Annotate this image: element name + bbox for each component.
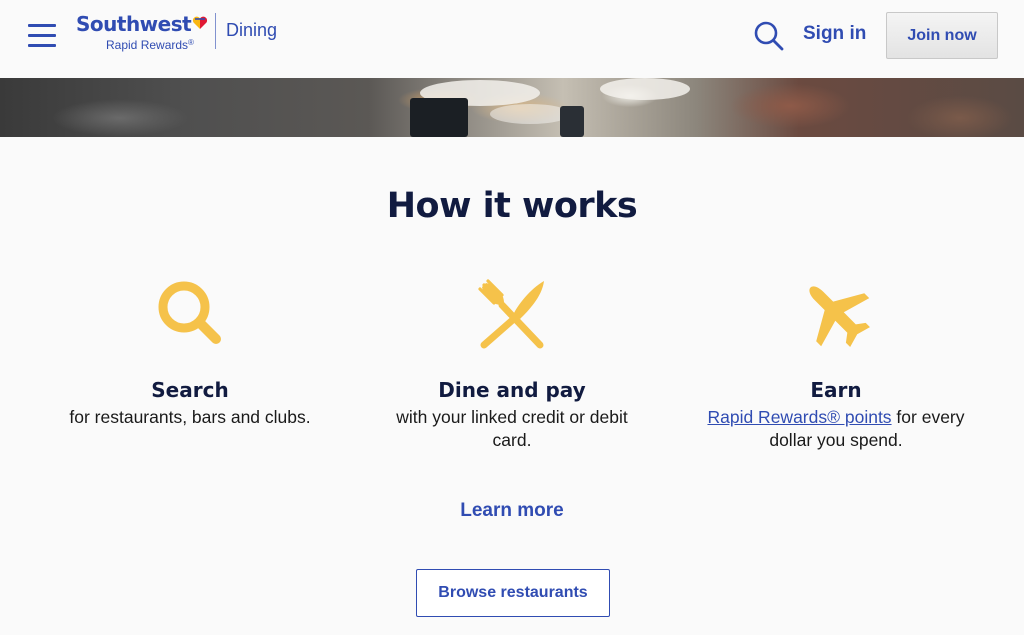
- site-header: Southwest Rapid Rewards® Dining Sign in …: [0, 0, 1024, 78]
- step-dine: Dine and pay with your linked credit or …: [362, 275, 662, 452]
- hero-image: [0, 78, 1024, 137]
- registered-mark: ®: [188, 38, 194, 47]
- page-title: How it works: [386, 186, 638, 226]
- rapid-rewards-points-link[interactable]: Rapid Rewards® points: [707, 407, 891, 427]
- join-now-button[interactable]: Join now: [886, 12, 998, 59]
- learn-more-container: Learn more: [0, 500, 1024, 522]
- sign-in-link[interactable]: Sign in: [803, 23, 866, 45]
- menu-bar: [28, 24, 56, 27]
- logo-sub-text: Rapid Rewards®: [106, 38, 194, 52]
- hero-plate: [490, 104, 570, 124]
- fork-knife-icon: [478, 279, 544, 349]
- step-title: Earn: [810, 378, 862, 402]
- logo-brand-text: Southwest: [76, 12, 192, 36]
- step-title: Dine and pay: [438, 378, 586, 402]
- step-description: with your linked credit or debit card.: [396, 407, 628, 450]
- step-description: for restaurants, bars and clubs.: [69, 407, 311, 427]
- learn-more-link[interactable]: Learn more: [460, 500, 563, 521]
- logo-sub-label: Rapid Rewards: [106, 38, 189, 52]
- hamburger-menu-icon[interactable]: [28, 24, 58, 48]
- airplane-icon: [809, 286, 870, 347]
- step-description: Rapid Rewards® points for every dollar y…: [686, 406, 986, 452]
- hero-glass: [410, 98, 468, 137]
- logo-divider: [215, 13, 216, 49]
- southwest-logo[interactable]: Southwest Rapid Rewards®: [76, 12, 216, 58]
- menu-bar: [28, 44, 56, 47]
- browse-restaurants-button[interactable]: Browse restaurants: [416, 569, 610, 617]
- menu-bar: [28, 34, 56, 37]
- southwest-heart-icon: [192, 16, 208, 29]
- step-earn: Earn Rapid Rewards® points for every dol…: [686, 275, 986, 452]
- hero-plate: [600, 78, 690, 100]
- magnifier-icon: [158, 281, 221, 344]
- search-icon[interactable]: [753, 20, 785, 52]
- product-name: Dining: [226, 20, 278, 40]
- hero-glass: [560, 106, 584, 137]
- step-title: Search: [151, 378, 229, 402]
- step-search: Search for restaurants, bars and clubs.: [40, 275, 340, 429]
